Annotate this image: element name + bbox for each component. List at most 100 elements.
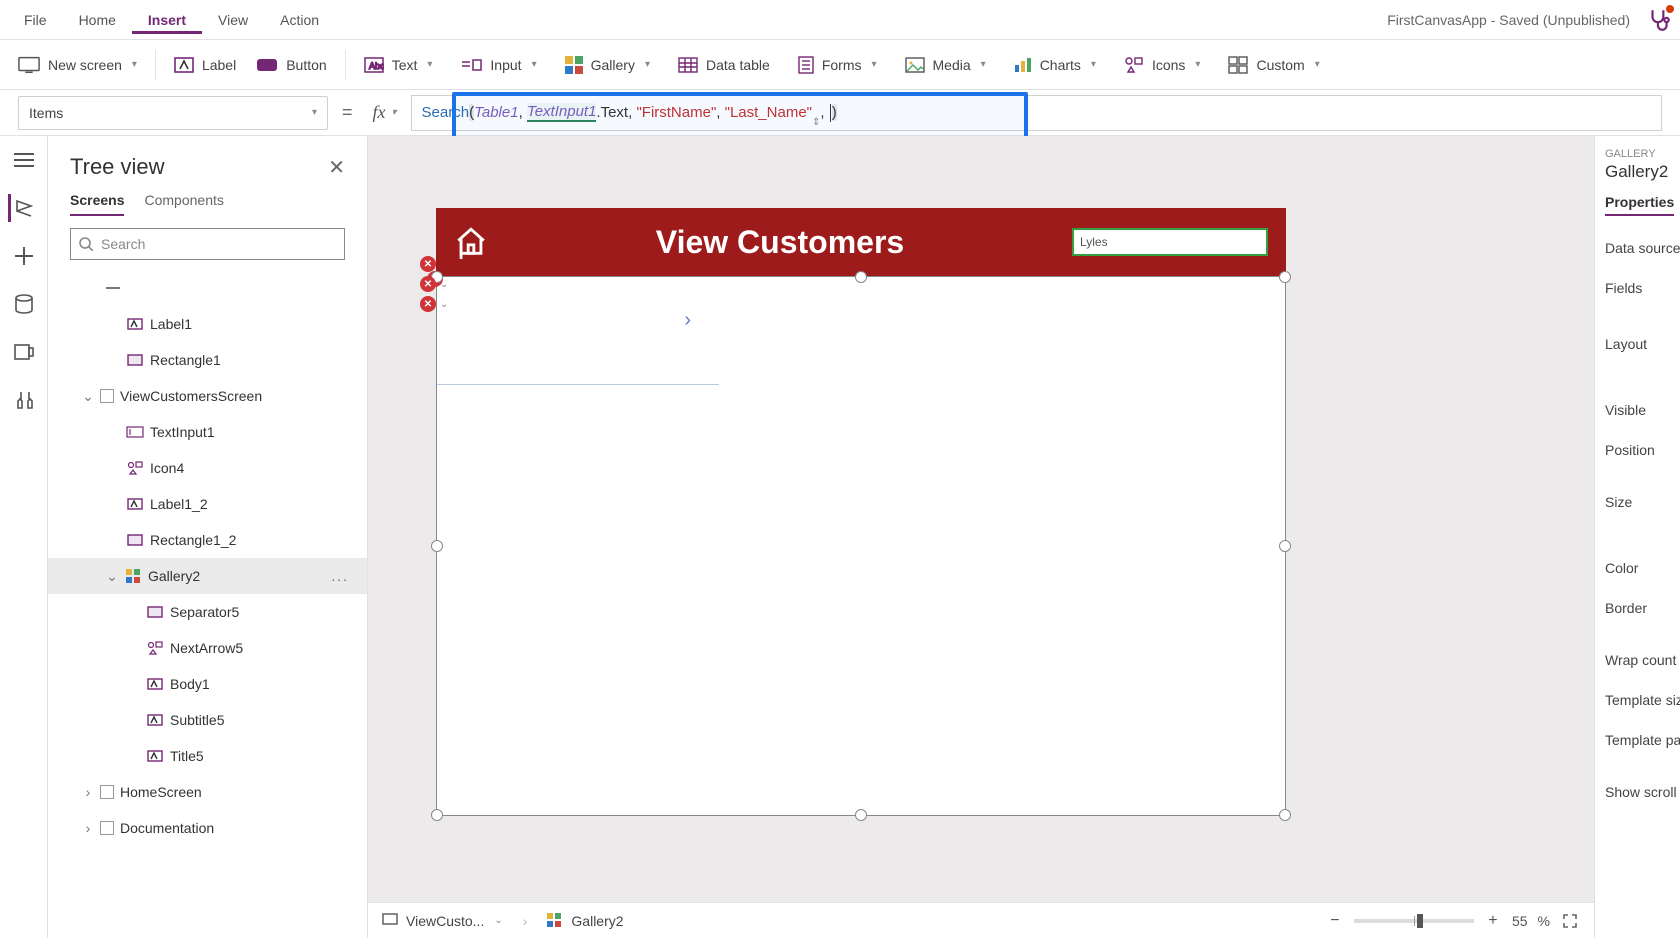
tree-label: Documentation — [120, 820, 214, 836]
tree-item-label1[interactable]: Label1 — [48, 306, 367, 342]
home-icon[interactable] — [454, 225, 488, 259]
forms-label: Forms — [822, 57, 862, 73]
prop-color[interactable]: Color — [1605, 560, 1670, 576]
fit-to-screen-icon[interactable] — [1560, 911, 1580, 931]
chevron-right-icon[interactable]: › — [684, 309, 691, 332]
forms-button[interactable]: Forms ▾ — [788, 50, 887, 80]
tree-search-input[interactable]: Search — [70, 228, 345, 260]
more-icon[interactable]: ... — [331, 568, 349, 584]
tok-str1: "FirstName" — [636, 104, 716, 121]
tree-item-title5[interactable]: Title5 — [48, 738, 367, 774]
tree-item-body1[interactable]: Body1 — [48, 666, 367, 702]
properties-panel: GALLERY Gallery2 Properties Data source … — [1594, 136, 1680, 938]
tree-item-documentation[interactable]: ›Documentation — [48, 810, 367, 846]
menu-action[interactable]: Action — [264, 6, 335, 34]
caret — [830, 104, 831, 122]
zoom-value: 55 — [1512, 913, 1528, 929]
error-badge — [1666, 5, 1674, 13]
prop-fields[interactable]: Fields — [1605, 280, 1670, 296]
search-placeholder: Search — [101, 236, 145, 252]
prop-show-scrollbar[interactable]: Show scroll — [1605, 784, 1670, 800]
menu-home[interactable]: Home — [63, 6, 132, 34]
rail-hamburger-icon[interactable] — [10, 146, 38, 174]
tree-item-separator5[interactable]: Separator5 — [48, 594, 367, 630]
breadcrumb-screen[interactable]: ViewCusto... ⌄ — [382, 913, 503, 929]
prop-template-padding[interactable]: Template pa — [1605, 732, 1670, 748]
tree-view-panel: Tree view ✕ Screens Components Search La… — [48, 136, 368, 938]
tree-item-subtitle5[interactable]: Subtitle5 — [48, 702, 367, 738]
tree-item-homescreen[interactable]: ›HomeScreen — [48, 774, 367, 810]
gallery-button[interactable]: Gallery▾ — [555, 50, 660, 80]
tab-screens[interactable]: Screens — [70, 192, 124, 216]
zoom-slider[interactable] — [1354, 919, 1474, 923]
input-label: Input — [490, 57, 521, 73]
rail-tree-icon[interactable] — [8, 194, 36, 222]
prop-visible[interactable]: Visible — [1605, 402, 1670, 418]
rail-tools-icon[interactable] — [10, 386, 38, 414]
property-selector[interactable]: Items ▾ — [18, 96, 328, 130]
media-button[interactable]: Media▾ — [895, 51, 996, 79]
tree-item-rectangle1-2[interactable]: Rectangle1_2 — [48, 522, 367, 558]
error-icon[interactable]: ✕ — [420, 276, 436, 292]
fx-icon[interactable]: fx▾ — [367, 102, 403, 123]
canvas-footer: ViewCusto... ⌄ › Gallery2 − + 55 % — [368, 902, 1594, 938]
menu-insert[interactable]: Insert — [132, 6, 202, 34]
menu-file[interactable]: File — [8, 6, 63, 34]
button-button[interactable]: Button — [246, 51, 336, 79]
chevron-down-icon: ▾ — [312, 107, 317, 118]
prop-wrap-count[interactable]: Wrap count — [1605, 652, 1670, 668]
error-icon[interactable]: ✕ — [420, 296, 436, 312]
custom-button[interactable]: Custom▾ — [1218, 50, 1329, 80]
prop-data-source[interactable]: Data source — [1605, 240, 1670, 256]
prop-border[interactable]: Border — [1605, 600, 1670, 616]
app-search-value: Lyles — [1080, 235, 1108, 249]
zoom-out-button[interactable]: − — [1326, 912, 1344, 930]
error-icon[interactable]: ✕ — [420, 256, 436, 272]
tab-properties[interactable]: Properties — [1605, 194, 1674, 216]
chevron-down-icon: ▾ — [1315, 59, 1320, 70]
label-label: Label — [202, 57, 236, 73]
chevron-down-icon: ▾ — [871, 59, 876, 70]
tree-item-nextarrow5[interactable]: NextArrow5 — [48, 630, 367, 666]
tree-item-rectangle1[interactable]: Rectangle1 — [48, 342, 367, 378]
rail-data-icon[interactable] — [10, 290, 38, 318]
canvas-area: View Customers Lyles ✕ › ✕ — [368, 136, 1594, 938]
prop-position[interactable]: Position — [1605, 442, 1670, 458]
chevron-down-icon[interactable]: ⌄ — [440, 299, 448, 310]
formula-input[interactable]: Search(Table1, TextInput1.Text, "FirstNa… — [411, 95, 1662, 131]
rail-add-icon[interactable] — [10, 242, 38, 270]
prop-layout[interactable]: Layout — [1605, 336, 1670, 352]
input-button[interactable]: Input▾ — [450, 51, 546, 79]
prop-template-size[interactable]: Template siz — [1605, 692, 1670, 708]
menu-view[interactable]: View — [202, 6, 264, 34]
tree-item-textinput1[interactable]: TextInput1 — [48, 414, 367, 450]
prop-size[interactable]: Size — [1605, 494, 1670, 510]
charts-button[interactable]: Charts▾ — [1004, 51, 1106, 79]
tree-item-gallery2[interactable]: ⌄Gallery2... — [48, 558, 367, 594]
menu-bar: File Home Insert View Action FirstCanvas… — [0, 0, 1680, 40]
gallery-template-card[interactable]: › — [437, 277, 719, 385]
new-screen-button[interactable]: New screen ▾ — [8, 50, 147, 80]
tok-sep: , — [820, 104, 828, 121]
chevron-down-icon: ⌄ — [494, 915, 502, 926]
tree-item-viewcustomersscreen[interactable]: ⌄ViewCustomersScreen — [48, 378, 367, 414]
text-button[interactable]: Abc Text▾ — [354, 51, 443, 79]
app-checker-icon[interactable] — [1646, 7, 1672, 33]
selected-gallery[interactable]: ✕ › — [436, 276, 1286, 816]
zoom-in-button[interactable]: + — [1484, 912, 1502, 930]
tree-item-label1-2[interactable]: Label1_2 — [48, 486, 367, 522]
tree-collapse[interactable] — [48, 270, 367, 306]
tree-item-icon4[interactable]: Icon4 — [48, 450, 367, 486]
tree-view-title: Tree view — [70, 154, 165, 180]
breadcrumb-control[interactable]: Gallery2 — [547, 913, 623, 929]
close-icon[interactable]: ✕ — [328, 155, 345, 180]
chevron-down-icon[interactable]: ⌄ — [440, 279, 448, 290]
tree-body[interactable]: Label1 Rectangle1 ⌄ViewCustomersScreen T… — [48, 266, 367, 938]
label-button[interactable]: Label — [164, 51, 246, 79]
app-search-input[interactable]: Lyles — [1072, 228, 1268, 256]
tab-components[interactable]: Components — [144, 192, 223, 216]
data-table-button[interactable]: Data table — [668, 51, 780, 79]
canvas-viewport[interactable]: View Customers Lyles ✕ › ✕ — [368, 136, 1594, 902]
rail-media-icon[interactable] — [10, 338, 38, 366]
icons-button[interactable]: Icons▾ — [1114, 50, 1211, 80]
